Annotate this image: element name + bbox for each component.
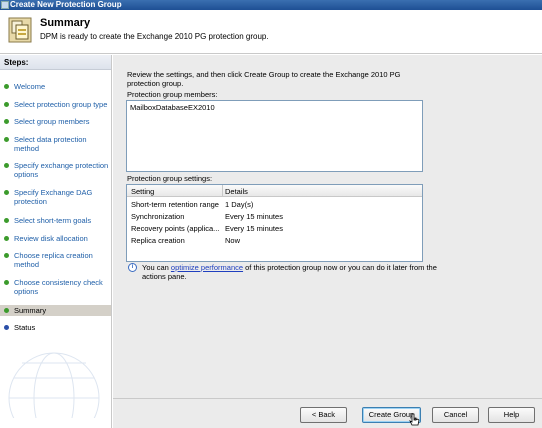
- globe-watermark-icon: [8, 352, 100, 418]
- step-choose-replica-creation-method[interactable]: Choose replica creation method: [0, 251, 111, 269]
- step-select-short-term-goals[interactable]: Select short-term goals: [0, 216, 111, 225]
- table-row[interactable]: Replica creation Now: [127, 235, 422, 247]
- steps-title: Steps:: [0, 55, 111, 70]
- main-panel: Review the settings, and then click Crea…: [113, 55, 542, 428]
- step-label: Specify exchange protection options: [14, 161, 109, 179]
- step-choose-consistency-check-options[interactable]: Choose consistency check options: [0, 278, 111, 296]
- details-cell: Every 15 minutes: [225, 212, 283, 221]
- table-row[interactable]: Short-term retention range 1 Day(s): [127, 199, 422, 211]
- protection-group-icon: [8, 17, 32, 43]
- setting-cell: Recovery points (applica...: [131, 224, 220, 233]
- steps-sidebar: Steps: Welcome Select protection group t…: [0, 55, 112, 428]
- step-complete-icon: [4, 218, 9, 223]
- step-pending-icon: [4, 325, 9, 330]
- optimize-performance-link[interactable]: optimize performance: [171, 263, 243, 272]
- back-button[interactable]: < Back: [300, 407, 347, 423]
- cancel-button[interactable]: Cancel: [432, 407, 479, 423]
- setting-cell: Synchronization: [131, 212, 185, 221]
- step-select-data-protection-method[interactable]: Select data protection method: [0, 135, 111, 153]
- step-label: Select short-term goals: [14, 216, 92, 225]
- table-header: Setting Details: [127, 185, 422, 197]
- step-complete-icon: [4, 190, 9, 195]
- step-complete-icon: [4, 84, 9, 89]
- footer-divider: [113, 398, 542, 399]
- members-list[interactable]: MailboxDatabaseEX2010: [126, 100, 423, 172]
- page-subtitle: DPM is ready to create the Exchange 2010…: [40, 32, 269, 41]
- step-specify-exchange-protection-options[interactable]: Specify exchange protection options: [0, 161, 111, 179]
- step-label: Select data protection method: [14, 135, 87, 153]
- details-cell: Every 15 minutes: [225, 224, 283, 233]
- step-label: Welcome: [14, 82, 46, 91]
- step-complete-icon: [4, 137, 9, 142]
- mouse-cursor-icon: [409, 413, 420, 426]
- step-select-group-members[interactable]: Select group members: [0, 117, 111, 126]
- table-row[interactable]: Recovery points (applica... Every 15 min…: [127, 223, 422, 235]
- step-complete-icon: [4, 163, 9, 168]
- column-divider[interactable]: [222, 185, 223, 197]
- help-button[interactable]: Help: [488, 407, 535, 423]
- intro-text: Review the settings, and then click Crea…: [127, 70, 401, 88]
- info-icon: i: [128, 263, 137, 272]
- members-label: Protection group members:: [127, 90, 218, 99]
- column-header-details[interactable]: Details: [225, 187, 248, 196]
- details-cell: 1 Day(s): [225, 200, 254, 209]
- step-status[interactable]: Status: [0, 323, 111, 332]
- step-complete-icon: [4, 280, 9, 285]
- list-item[interactable]: MailboxDatabaseEX2010: [130, 103, 215, 112]
- details-cell: Now: [225, 236, 241, 245]
- page-header: Summary DPM is ready to create the Excha…: [0, 10, 542, 54]
- step-complete-icon: [4, 102, 9, 107]
- step-complete-icon: [4, 253, 9, 258]
- settings-label: Protection group settings:: [127, 174, 213, 183]
- step-specify-exchange-dag-protection[interactable]: Specify Exchange DAG protection: [0, 188, 111, 206]
- step-select-protection-group-type[interactable]: Select protection group type: [0, 100, 111, 109]
- step-label: Select protection group type: [14, 100, 108, 109]
- step-label: Choose replica creation method: [14, 251, 93, 269]
- step-complete-icon: [4, 308, 9, 313]
- column-header-setting[interactable]: Setting: [131, 187, 154, 196]
- window-titlebar: Create New Protection Group: [0, 0, 542, 10]
- step-label: Summary: [14, 306, 47, 315]
- step-label: Status: [14, 323, 36, 332]
- step-label: Review disk allocation: [14, 234, 88, 243]
- step-label: Select group members: [14, 117, 90, 126]
- step-label: Choose consistency check options: [14, 278, 103, 296]
- table-row[interactable]: Synchronization Every 15 minutes: [127, 211, 422, 223]
- app-icon: [1, 1, 9, 9]
- page-title: Summary: [40, 17, 91, 29]
- settings-table: Setting Details Short-term retention ran…: [126, 184, 423, 262]
- window-title: Create New Protection Group: [10, 0, 122, 9]
- step-review-disk-allocation[interactable]: Review disk allocation: [0, 234, 111, 243]
- step-summary[interactable]: Summary: [0, 305, 111, 316]
- info-message: i You can optimize performance of this p…: [126, 263, 446, 281]
- step-welcome[interactable]: Welcome: [0, 82, 111, 91]
- setting-cell: Short-term retention range: [131, 200, 219, 209]
- setting-cell: Replica creation: [131, 236, 185, 245]
- step-complete-icon: [4, 119, 9, 124]
- step-label: Specify Exchange DAG protection: [14, 188, 93, 206]
- step-complete-icon: [4, 236, 9, 241]
- info-prefix: You can: [142, 263, 171, 272]
